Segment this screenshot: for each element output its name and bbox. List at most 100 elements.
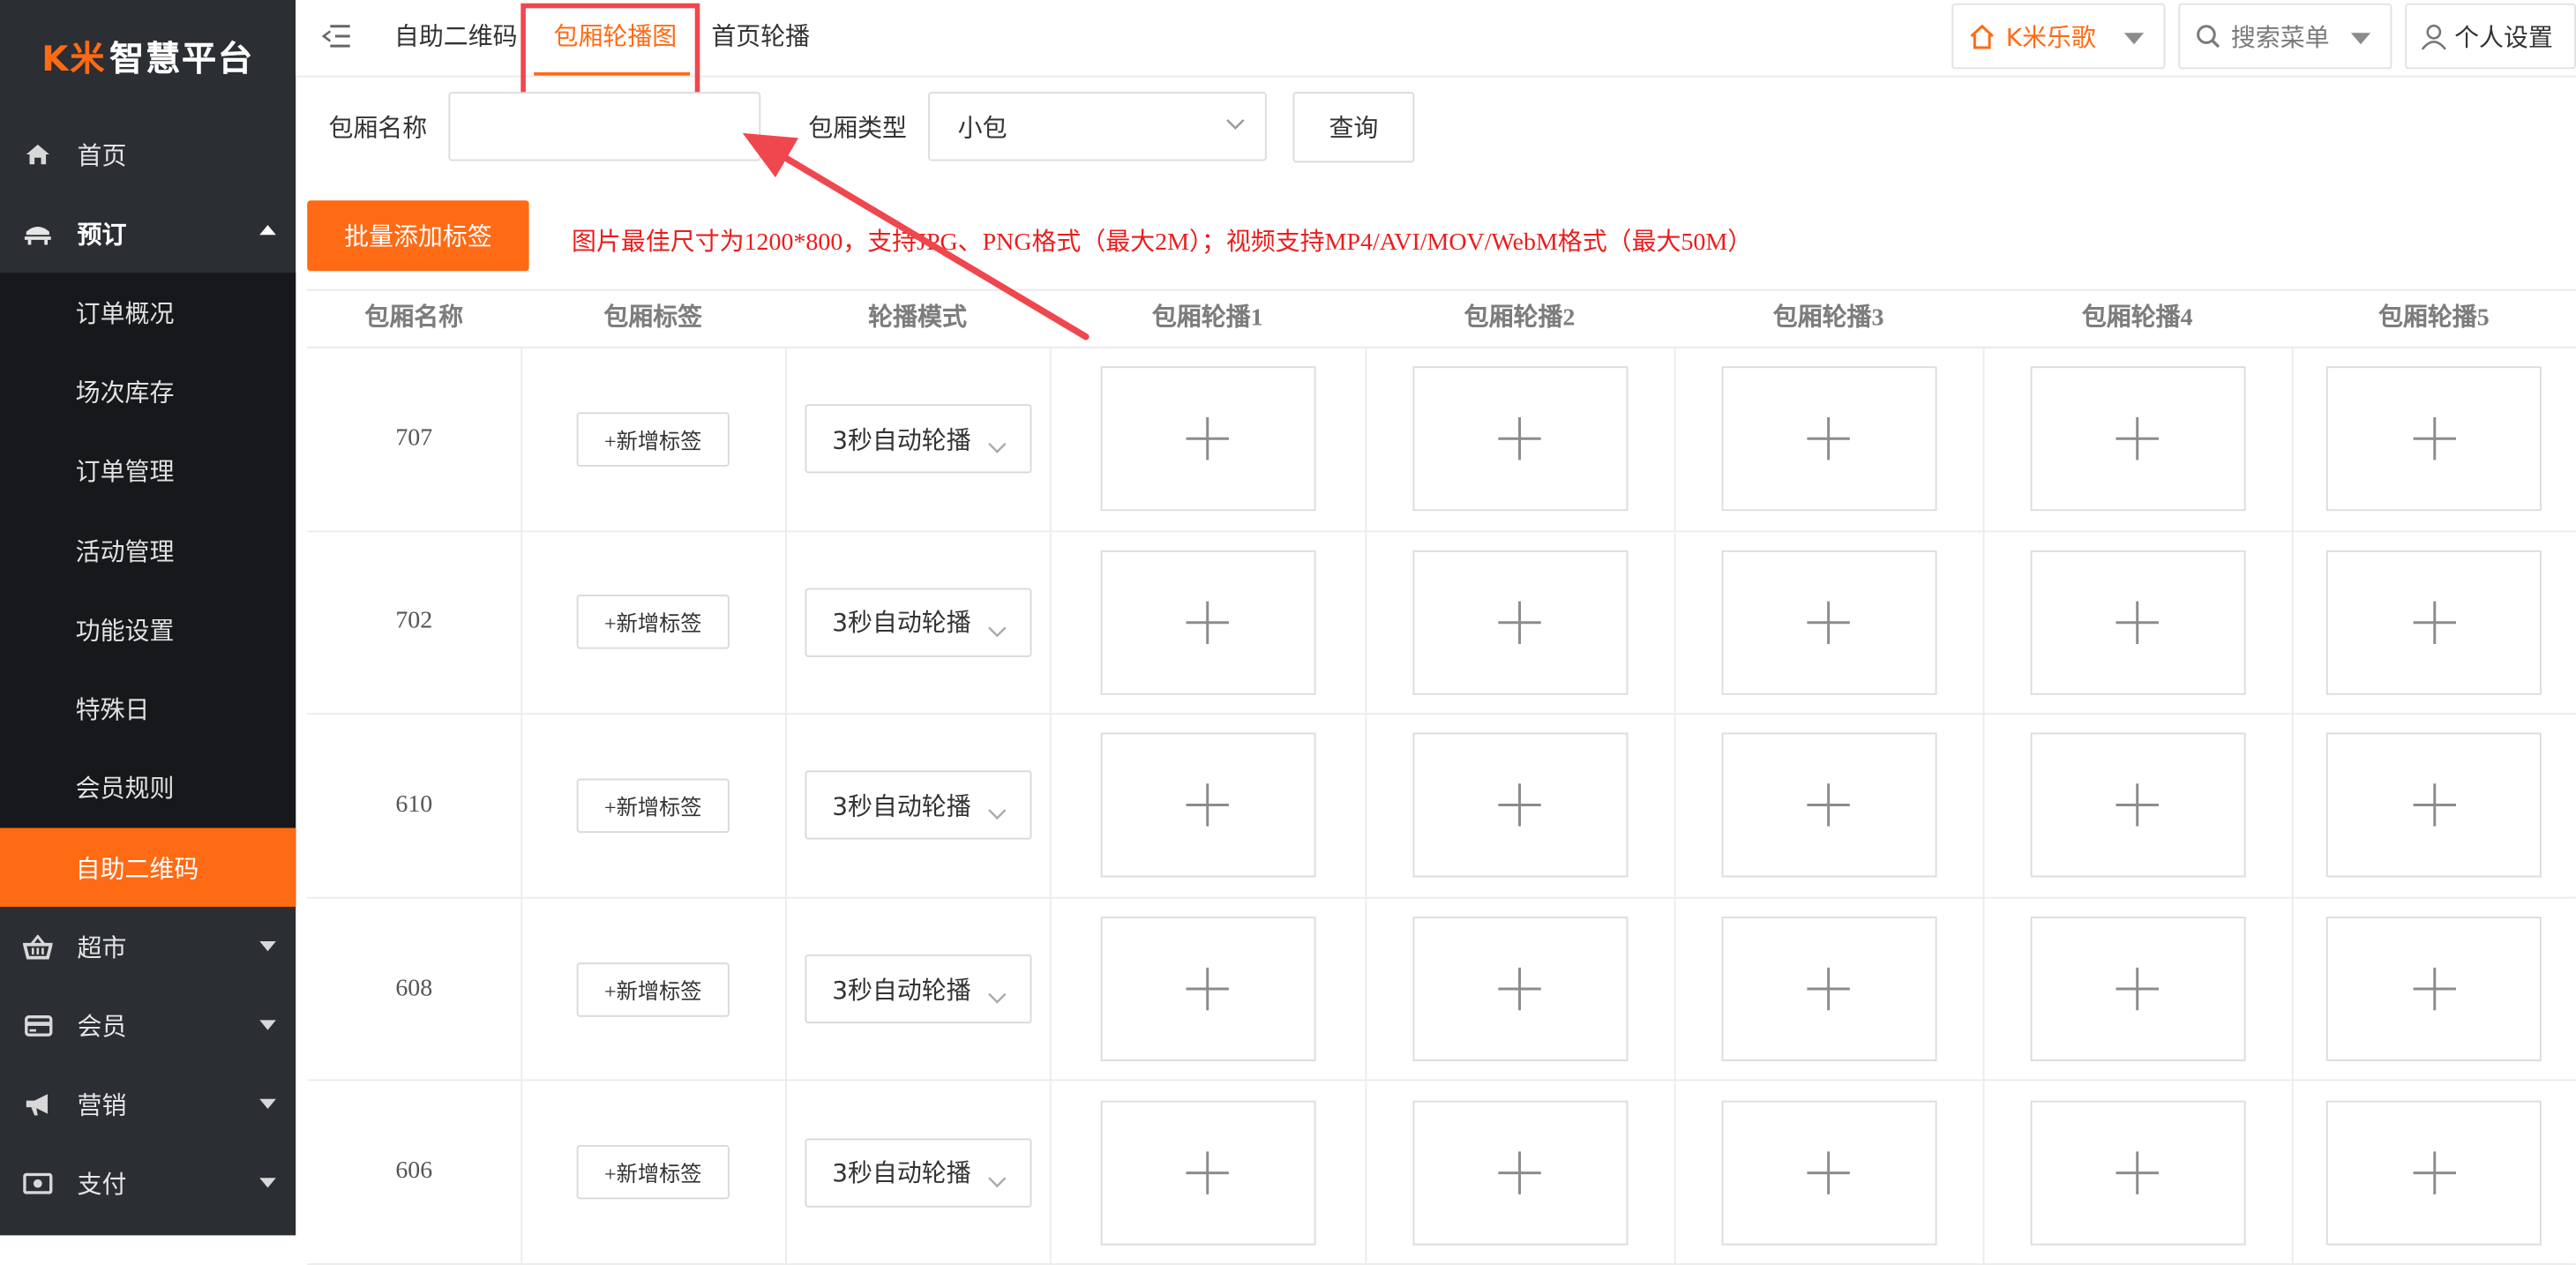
- search-icon: [2195, 23, 2221, 49]
- chevron-down-icon: [986, 616, 1006, 646]
- logo[interactable]: K米 智慧平台: [0, 0, 296, 115]
- submenu-reservation: 订单概况 场次库存 订单管理 活动管理 功能设置 特殊日 会员规则 自助二维码: [0, 273, 296, 908]
- carousel-mode-select[interactable]: 3秒自动轮播: [804, 588, 1031, 657]
- submenu-item-special-day[interactable]: 特殊日: [0, 670, 296, 749]
- upload-slot[interactable]: [1412, 733, 1628, 879]
- upload-slot[interactable]: [2029, 1100, 2245, 1245]
- submenu-item-activity-management[interactable]: 活动管理: [0, 511, 296, 590]
- user-settings-button[interactable]: 个人设置: [2405, 3, 2576, 70]
- plus-icon: [1806, 782, 1852, 828]
- carousel-slot-cell: [1674, 1082, 1983, 1263]
- tab-self-qrcode[interactable]: 自助二维码: [394, 0, 518, 76]
- carousel-slot-cell: [1983, 898, 2292, 1080]
- add-tag-button[interactable]: +新增标签: [576, 412, 730, 467]
- carousel-mode-value: 3秒自动轮播: [832, 424, 971, 455]
- upload-slot[interactable]: [1099, 917, 1315, 1062]
- room-name: 610: [395, 791, 433, 819]
- query-button[interactable]: 查询: [1292, 92, 1415, 163]
- sidebar-item-payment[interactable]: 支付: [0, 1144, 296, 1223]
- upload-slot[interactable]: [2029, 733, 2245, 879]
- upload-slot[interactable]: [2029, 550, 2245, 695]
- basket-icon: [23, 934, 53, 960]
- upload-slot[interactable]: [1412, 917, 1628, 1062]
- upload-slot[interactable]: [2325, 1100, 2542, 1245]
- upload-slot[interactable]: [1099, 366, 1315, 512]
- upload-slot[interactable]: [1099, 733, 1315, 879]
- room-name: 702: [395, 608, 433, 635]
- carousel-mode-select[interactable]: 3秒自动轮播: [804, 404, 1031, 474]
- upload-slot[interactable]: [1720, 733, 1936, 879]
- store-selector[interactable]: K米乐歌: [1951, 3, 2166, 70]
- room-name: 707: [395, 424, 433, 452]
- room-name-input[interactable]: [448, 92, 761, 161]
- plus-icon: [1185, 966, 1231, 1012]
- room-name-cell: 707: [307, 348, 520, 530]
- add-tag-button[interactable]: +新增标签: [576, 962, 730, 1016]
- carousel-mode-select[interactable]: 3秒自动轮播: [804, 954, 1031, 1024]
- room-tag-cell: +新增标签: [520, 1082, 785, 1263]
- tab-home-carousel[interactable]: 首页轮播: [711, 0, 810, 76]
- sidebar-item-label: 预订: [77, 219, 127, 250]
- upload-slot[interactable]: [1412, 1100, 1628, 1245]
- sidebar-item-reservation[interactable]: 预订: [0, 194, 296, 273]
- chevron-down-icon: [1225, 118, 1245, 131]
- submenu-item-function-settings[interactable]: 功能设置: [0, 590, 296, 670]
- store-name: K米乐歌: [2005, 22, 2096, 52]
- add-tag-button[interactable]: +新增标签: [576, 595, 730, 650]
- submenu-item-member-rules[interactable]: 会员规则: [0, 749, 296, 828]
- submenu-item-order-overview[interactable]: 订单概况: [0, 273, 296, 352]
- upload-slot[interactable]: [2325, 550, 2542, 695]
- upload-slot[interactable]: [2325, 917, 2542, 1062]
- plus-icon: [2411, 966, 2457, 1012]
- upload-slot[interactable]: [2029, 366, 2245, 512]
- sidebar-item-label: 支付: [77, 1169, 127, 1200]
- upload-slot[interactable]: [1720, 917, 1936, 1062]
- carousel-slot-cell: [1983, 532, 2292, 714]
- column-header: 包厢名称: [364, 305, 464, 333]
- sidebar-item-supermarket[interactable]: 超市: [0, 908, 296, 986]
- sidebar-item-label: 超市: [77, 932, 127, 963]
- plus-icon: [1496, 782, 1542, 828]
- carousel-mode-select[interactable]: 3秒自动轮播: [804, 1137, 1031, 1208]
- plus-icon: [1806, 966, 1852, 1012]
- sidebar-item-marketing[interactable]: 营销: [0, 1065, 296, 1143]
- plus-icon: [1806, 1149, 1852, 1195]
- upload-slot[interactable]: [1720, 1100, 1936, 1245]
- carousel-slot-cell: [2292, 898, 2576, 1080]
- sidebar-item-member[interactable]: 会员: [0, 986, 296, 1065]
- batch-add-tag-button[interactable]: 批量添加标签: [307, 200, 529, 272]
- carousel-mode-select[interactable]: 3秒自动轮播: [804, 771, 1031, 841]
- add-tag-button[interactable]: +新增标签: [576, 778, 730, 834]
- chevron-down-icon: [986, 983, 1006, 1013]
- upload-slot[interactable]: [1412, 550, 1628, 695]
- submenu-item-order-management[interactable]: 订单管理: [0, 431, 296, 511]
- plus-icon: [2115, 782, 2160, 828]
- submenu-item-session-stock[interactable]: 场次库存: [0, 352, 296, 431]
- carousel-mode-value: 3秒自动轮播: [832, 1158, 971, 1188]
- submenu-item-self-qrcode[interactable]: 自助二维码: [0, 827, 296, 908]
- sidebar-item-label: 会员: [77, 1011, 127, 1042]
- upload-slot[interactable]: [1412, 366, 1628, 512]
- plus-icon: [2115, 599, 2160, 645]
- upload-slot[interactable]: [2325, 366, 2542, 512]
- upload-slot[interactable]: [1099, 550, 1315, 695]
- search-menu[interactable]: 搜索菜单: [2178, 3, 2393, 70]
- sidebar-item-home[interactable]: 首页: [0, 115, 296, 193]
- upload-slot[interactable]: [1720, 366, 1936, 512]
- add-tag-button[interactable]: +新增标签: [576, 1145, 730, 1200]
- dropdown-triangle-icon: [2123, 33, 2145, 45]
- column-header: 包厢轮播1: [1151, 305, 1263, 333]
- upload-slot[interactable]: [2029, 917, 2245, 1062]
- room-carousel-table: 包厢名称 包厢标签 轮播模式 包厢轮播1 包厢轮播2 包厢轮播3 包厢轮播4 包厢轮播5 70…: [307, 288, 2576, 1265]
- upload-slot[interactable]: [1099, 1100, 1315, 1245]
- upload-slot[interactable]: [1720, 550, 1936, 695]
- table-header: 包厢名称 包厢标签 轮播模式 包厢轮播1 包厢轮播2 包厢轮播3 包厢轮播4 包厢轮播5: [307, 288, 2576, 348]
- plus-icon: [1496, 966, 1542, 1012]
- plus-icon: [1496, 416, 1542, 462]
- carousel-slot-cell: [1674, 715, 1983, 896]
- room-type-select[interactable]: 小包: [928, 92, 1267, 161]
- upload-slot[interactable]: [2325, 733, 2542, 879]
- column-header: 包厢轮播2: [1464, 305, 1576, 333]
- menu-collapse-icon[interactable]: [321, 23, 352, 49]
- plus-icon: [1185, 416, 1231, 462]
